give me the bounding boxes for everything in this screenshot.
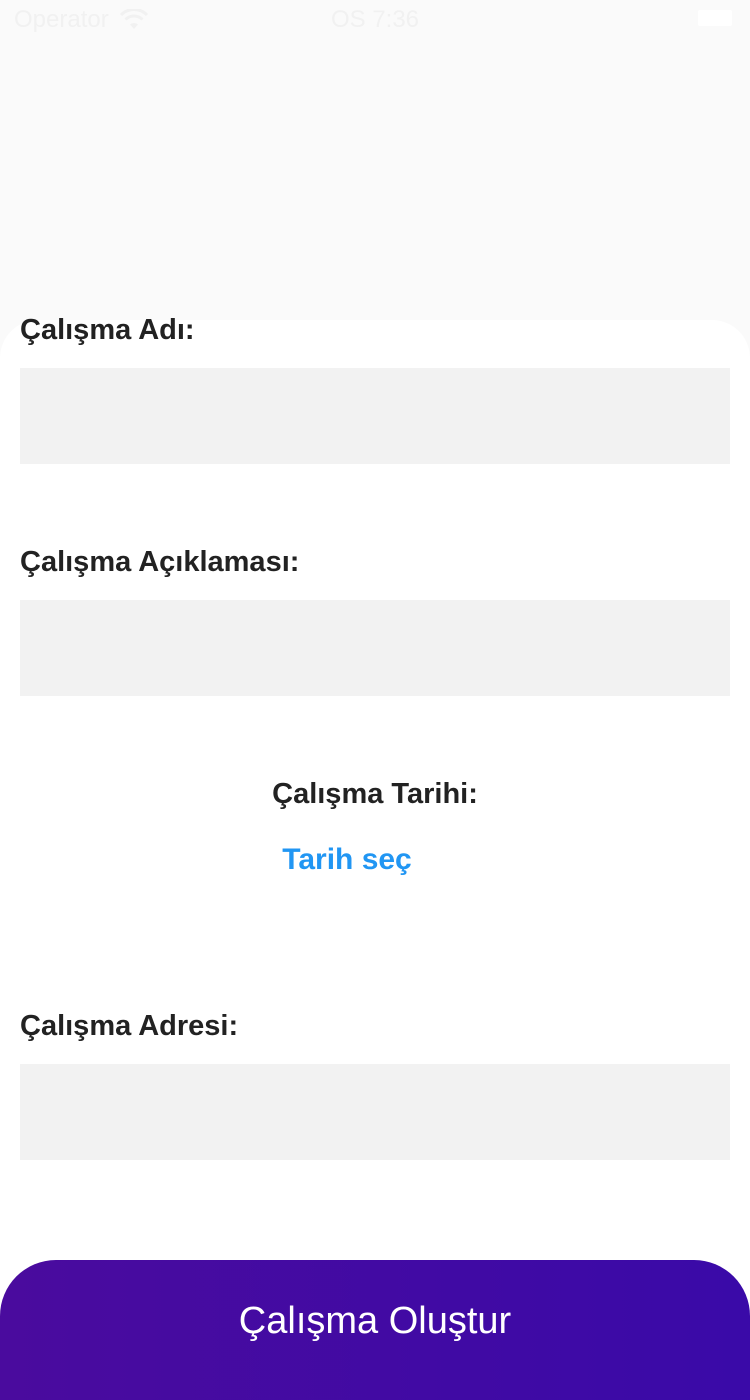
select-date-link[interactable]: Tarih seç bbox=[0, 843, 694, 877]
form-sheet bbox=[0, 320, 750, 1334]
description-label: Çalışma Açıklaması: bbox=[20, 546, 300, 578]
status-bar: Operator OS 7:36 bbox=[0, 0, 750, 40]
create-study-button-label: Çalışma Oluştur bbox=[238, 1300, 512, 1342]
description-input[interactable] bbox=[20, 600, 730, 696]
create-study-button[interactable]: Çalışma Oluştur bbox=[0, 1260, 750, 1400]
battery-icon bbox=[698, 10, 732, 26]
address-label: Çalışma Adresi: bbox=[20, 1010, 239, 1042]
status-right bbox=[698, 10, 732, 26]
name-label: Çalışma Adı: bbox=[20, 314, 195, 346]
name-input[interactable] bbox=[20, 368, 730, 464]
status-time: OS 7:36 bbox=[330, 6, 420, 33]
date-label: Çalışma Tarihi: bbox=[272, 778, 478, 810]
address-input[interactable] bbox=[20, 1064, 730, 1160]
